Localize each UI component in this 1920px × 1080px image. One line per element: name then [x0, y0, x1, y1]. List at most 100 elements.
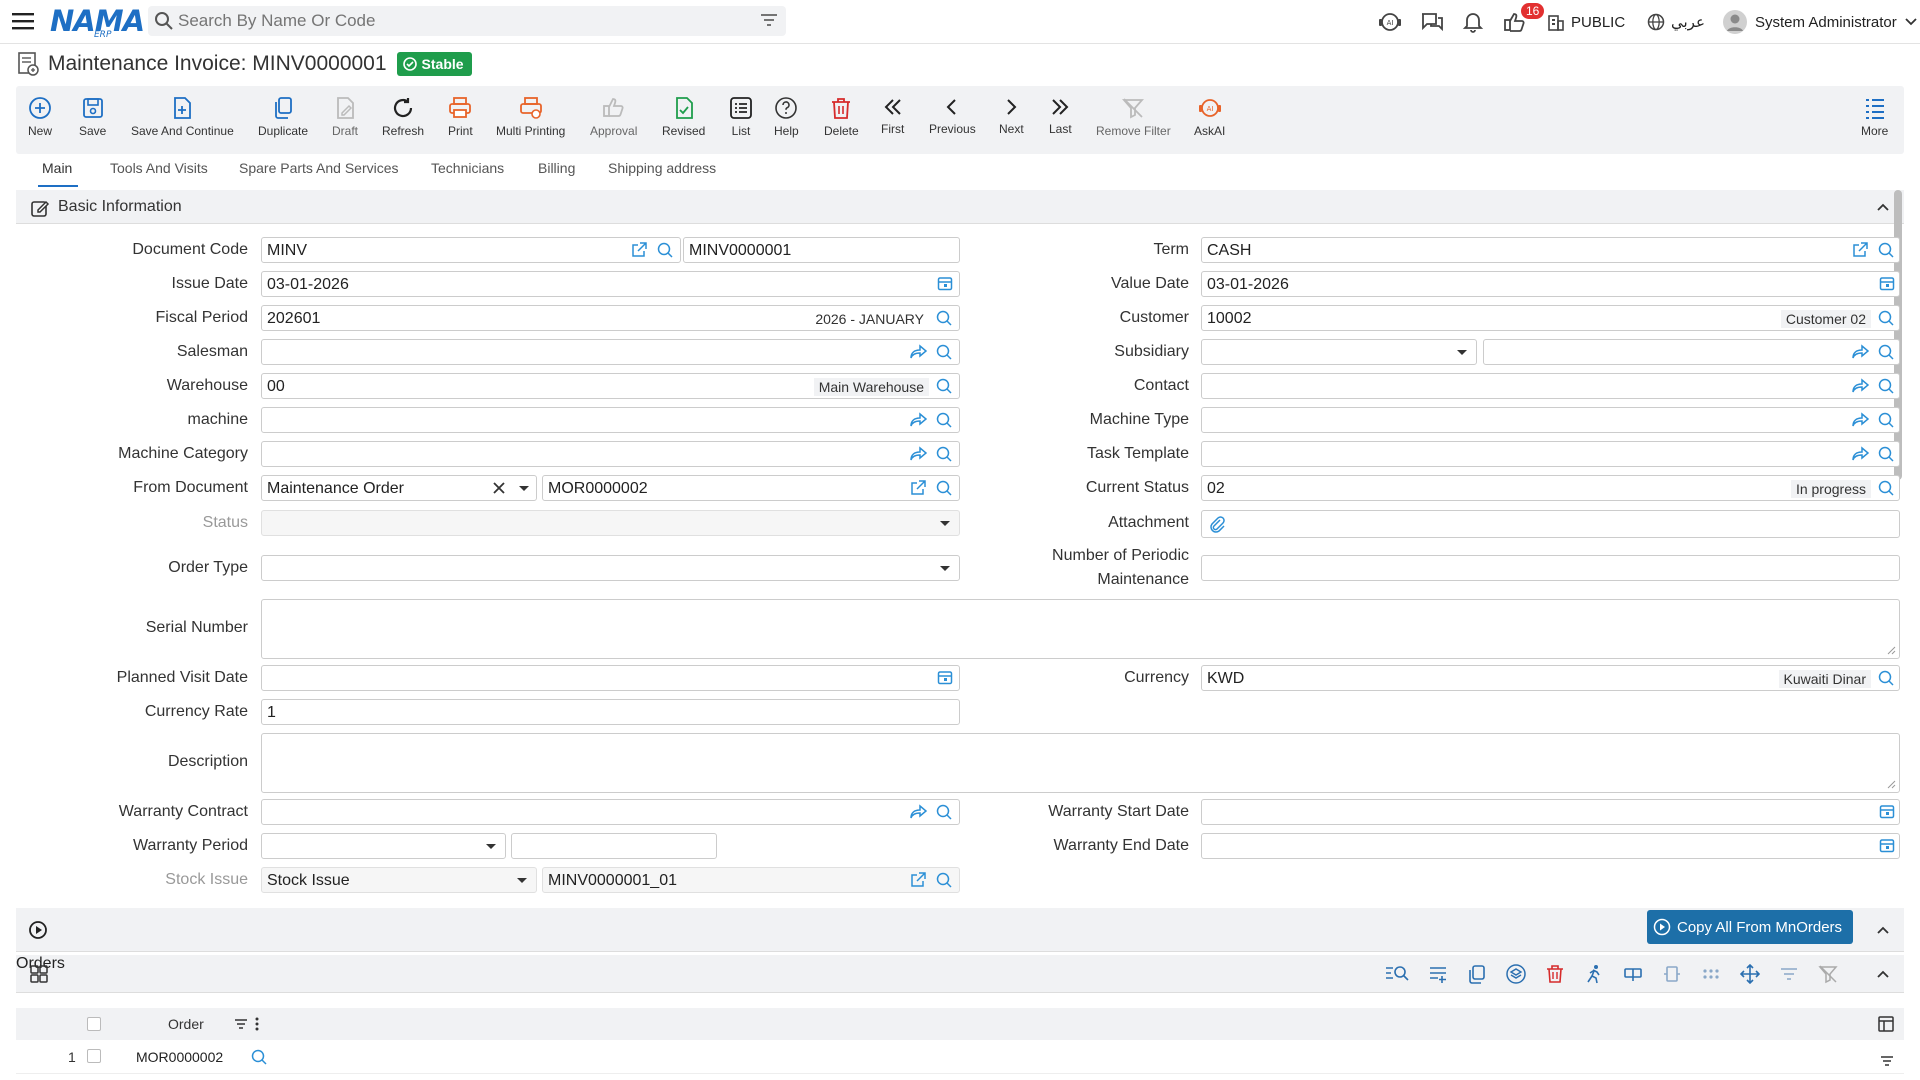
chat-icon[interactable]: [1420, 0, 1444, 44]
new-button[interactable]: New: [28, 96, 52, 138]
draft-button[interactable]: Draft: [332, 96, 358, 138]
runner-icon[interactable]: [1584, 964, 1604, 984]
dropdown-arrow-icon[interactable]: [939, 516, 951, 530]
duplicate-button[interactable]: Duplicate: [258, 96, 308, 138]
column-filter-icon[interactable]: [234, 1017, 248, 1031]
open-external-icon[interactable]: [1851, 241, 1869, 259]
lookup-search-icon[interactable]: [1877, 241, 1895, 259]
lookup-search-icon[interactable]: [935, 411, 953, 429]
issue-date-field[interactable]: 03-01-2026: [261, 271, 960, 297]
open-external-icon[interactable]: [630, 241, 648, 259]
first-button[interactable]: First: [881, 96, 904, 136]
lookup-search-icon[interactable]: [1877, 343, 1895, 361]
lookup-search-icon[interactable]: [935, 445, 953, 463]
search-input[interactable]: [178, 10, 738, 32]
trash-icon[interactable]: [1545, 964, 1565, 984]
delete-button[interactable]: Delete: [824, 96, 859, 138]
revised-button[interactable]: Revised: [662, 96, 705, 138]
machine-field[interactable]: [261, 407, 960, 433]
more-button[interactable]: More: [1861, 96, 1888, 138]
fiscal-period-field[interactable]: 202601 2026 - JANUARY: [261, 305, 960, 331]
filter-off-icon[interactable]: [1818, 964, 1838, 984]
bell-icon[interactable]: [1462, 0, 1484, 44]
lookup-search-icon[interactable]: [935, 871, 953, 889]
salesman-field[interactable]: [261, 339, 960, 365]
share-icon[interactable]: [1851, 445, 1869, 463]
ai-assistant-icon[interactable]: AI: [1378, 0, 1402, 44]
currency-field[interactable]: KWD Kuwaiti Dinar: [1201, 665, 1900, 691]
currency-rate-field[interactable]: 1: [261, 699, 960, 725]
dropdown-arrow-icon[interactable]: [1456, 345, 1468, 359]
lookup-search-icon[interactable]: [1877, 445, 1895, 463]
save-button[interactable]: Save: [79, 96, 106, 138]
warranty-period-select[interactable]: [261, 833, 506, 859]
current-status-field[interactable]: 02 In progress: [1201, 475, 1900, 501]
remove-filter-button[interactable]: Remove Filter: [1096, 96, 1171, 138]
share-icon[interactable]: [909, 803, 927, 821]
tab-billing[interactable]: Billing: [538, 160, 575, 176]
periodic-maintenance-field[interactable]: [1201, 555, 1900, 581]
share-icon[interactable]: [1851, 377, 1869, 395]
open-external-icon[interactable]: [909, 479, 927, 497]
warranty-end-date-field[interactable]: [1201, 833, 1900, 859]
copy-icon[interactable]: [1467, 964, 1487, 984]
machine-type-field[interactable]: [1201, 407, 1900, 433]
filter-icon[interactable]: [760, 12, 778, 28]
zoom-search-icon[interactable]: [1385, 963, 1409, 985]
clear-icon[interactable]: [492, 481, 506, 495]
branch-selector[interactable]: PUBLIC: [1547, 0, 1625, 44]
lookup-search-icon[interactable]: [656, 241, 674, 259]
copy-all-from-mnorders-button[interactable]: Copy All From MnOrders: [1647, 910, 1853, 944]
approval-button[interactable]: Approval: [590, 96, 637, 138]
dropdown-arrow-icon[interactable]: [485, 839, 497, 853]
play-circle-icon[interactable]: [28, 920, 48, 940]
row-checkbox[interactable]: [87, 1049, 101, 1063]
paperclip-icon[interactable]: [1208, 515, 1226, 533]
dropdown-arrow-icon[interactable]: [518, 481, 530, 495]
lookup-search-icon[interactable]: [1877, 479, 1895, 497]
help-button[interactable]: Help: [774, 96, 799, 138]
value-date-field[interactable]: 03-01-2026: [1201, 271, 1900, 297]
calendar-icon[interactable]: [1879, 803, 1895, 819]
warehouse-field[interactable]: 00 Main Warehouse: [261, 373, 960, 399]
print-button[interactable]: Print: [448, 96, 473, 138]
next-button[interactable]: Next: [999, 96, 1024, 136]
lookup-search-icon[interactable]: [935, 309, 953, 327]
machine-category-field[interactable]: [261, 441, 960, 467]
open-external-icon[interactable]: [909, 871, 927, 889]
dropdown-arrow-icon[interactable]: [516, 873, 528, 887]
row-filter-icon[interactable]: [1880, 1054, 1894, 1068]
document-number-field[interactable]: MINV0000001: [683, 237, 960, 263]
lookup-search-icon[interactable]: [935, 803, 953, 821]
contact-field[interactable]: [1201, 373, 1900, 399]
last-button[interactable]: Last: [1049, 96, 1072, 136]
warranty-contract-field[interactable]: [261, 799, 960, 825]
dots-grid-icon[interactable]: [1701, 964, 1721, 984]
resize-handle-icon[interactable]: [1887, 780, 1896, 789]
calendar-icon[interactable]: [1879, 275, 1895, 291]
tab-technicians[interactable]: Technicians: [431, 160, 504, 176]
share-icon[interactable]: [909, 445, 927, 463]
column-header-order[interactable]: Order: [168, 1016, 204, 1032]
lookup-search-icon[interactable]: [1877, 309, 1895, 327]
lookup-search-icon[interactable]: [935, 479, 953, 497]
description-textarea[interactable]: [261, 733, 1900, 793]
task-template-field[interactable]: [1201, 441, 1900, 467]
refresh-button[interactable]: Refresh: [382, 96, 424, 138]
stock-issue-type-select[interactable]: Stock Issue: [261, 867, 537, 893]
tab-main[interactable]: Main: [42, 160, 72, 176]
share-icon[interactable]: [1851, 411, 1869, 429]
attachment-field[interactable]: [1201, 510, 1900, 538]
filter-lines-icon[interactable]: [1779, 964, 1799, 984]
warranty-start-date-field[interactable]: [1201, 799, 1900, 825]
subsidiary-field[interactable]: [1483, 339, 1900, 365]
column-menu-icon[interactable]: [254, 1016, 260, 1032]
calendar-icon[interactable]: [937, 669, 953, 685]
user-menu[interactable]: System Administrator: [1723, 0, 1917, 44]
app-logo[interactable]: NAMA ERP: [50, 4, 145, 40]
column-settings-icon[interactable]: [1623, 964, 1643, 984]
chevron-up-icon[interactable]: [1876, 923, 1890, 937]
layers-icon[interactable]: [1506, 964, 1526, 984]
lookup-search-icon[interactable]: [1877, 669, 1895, 687]
save-and-continue-button[interactable]: Save And Continue: [131, 96, 234, 138]
